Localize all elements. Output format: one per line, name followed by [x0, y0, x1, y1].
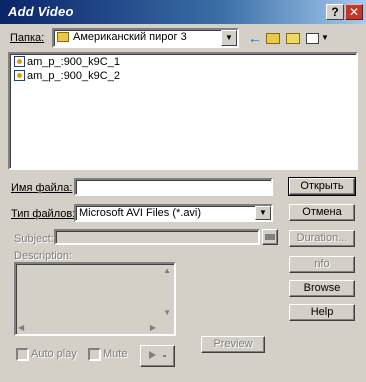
list-item[interactable]: am_p_:900_k9C_2 [14, 70, 120, 84]
filetype-label: Тип файлов: [11, 208, 76, 220]
up-folder-icon[interactable] [266, 33, 280, 44]
duration-button[interactable]: Duration... [289, 230, 355, 247]
cancel-button[interactable]: Отмена [289, 204, 355, 221]
help-button[interactable]: Help [289, 304, 355, 321]
scroll-right-icon[interactable]: ▶ [150, 323, 156, 332]
chevron-down-icon[interactable]: ▼ [255, 206, 271, 220]
tag-icon [265, 234, 275, 240]
view-menu-icon[interactable] [306, 33, 319, 44]
close-button[interactable]: ✕ [345, 4, 363, 20]
new-folder-icon[interactable] [286, 33, 300, 44]
subject-label: Subject: [14, 233, 54, 245]
help-icon: ? [331, 5, 339, 19]
view-menu-chevron-icon[interactable]: ▼ [321, 33, 329, 42]
description-label: Description: [14, 250, 73, 262]
play-icon [149, 351, 156, 359]
scroll-up-icon[interactable]: ▲ [163, 266, 171, 275]
info-button[interactable]: nfo [289, 256, 355, 273]
video-file-icon [14, 70, 25, 81]
lookin-label: Папка: [10, 32, 45, 44]
subject-input[interactable] [54, 229, 260, 245]
filetype-select[interactable]: Microsoft AVI Files (*.avi) ▼ [74, 204, 273, 222]
dropdown-dot-icon [163, 355, 166, 357]
scroll-left-icon[interactable]: ◀ [18, 323, 24, 332]
help-title-button[interactable]: ? [326, 4, 344, 20]
list-item[interactable]: am_p_:900_k9C_1 [14, 56, 120, 70]
preview-button[interactable]: Preview [201, 336, 265, 353]
folder-icon [57, 32, 69, 42]
scroll-down-icon[interactable]: ▼ [163, 308, 171, 317]
video-file-icon [14, 56, 25, 67]
chevron-down-icon[interactable]: ▼ [221, 30, 237, 46]
filetype-value: Microsoft AVI Files (*.avi) [79, 207, 202, 219]
back-icon[interactable]: ← [248, 30, 262, 46]
play-button[interactable] [140, 345, 175, 367]
filename-label: Имя файла: [11, 182, 73, 194]
filename-input[interactable] [74, 178, 273, 196]
file-list[interactable]: am_p_:900_k9C_1 am_p_:900_k9C_2 [8, 52, 358, 170]
description-textarea[interactable]: ▲ ▼ ◀ ▶ [14, 262, 176, 336]
lookin-value: Американский пирог 3 [73, 31, 187, 43]
browse-button[interactable]: Browse [289, 280, 355, 297]
autoplay-checkbox[interactable] [16, 348, 29, 361]
subject-tag-button[interactable] [262, 229, 278, 245]
lookin-combo[interactable]: Американский пирог 3 ▼ [52, 28, 239, 48]
window-title: Add Video [8, 4, 74, 19]
open-button[interactable]: Открыть [288, 177, 356, 196]
mute-checkbox[interactable] [88, 348, 101, 361]
mute-label: Mute [103, 348, 128, 360]
title-bar[interactable]: Add Video ? ✕ [0, 0, 366, 24]
autoplay-label: Auto play [31, 348, 77, 360]
close-icon: ✕ [348, 5, 360, 19]
